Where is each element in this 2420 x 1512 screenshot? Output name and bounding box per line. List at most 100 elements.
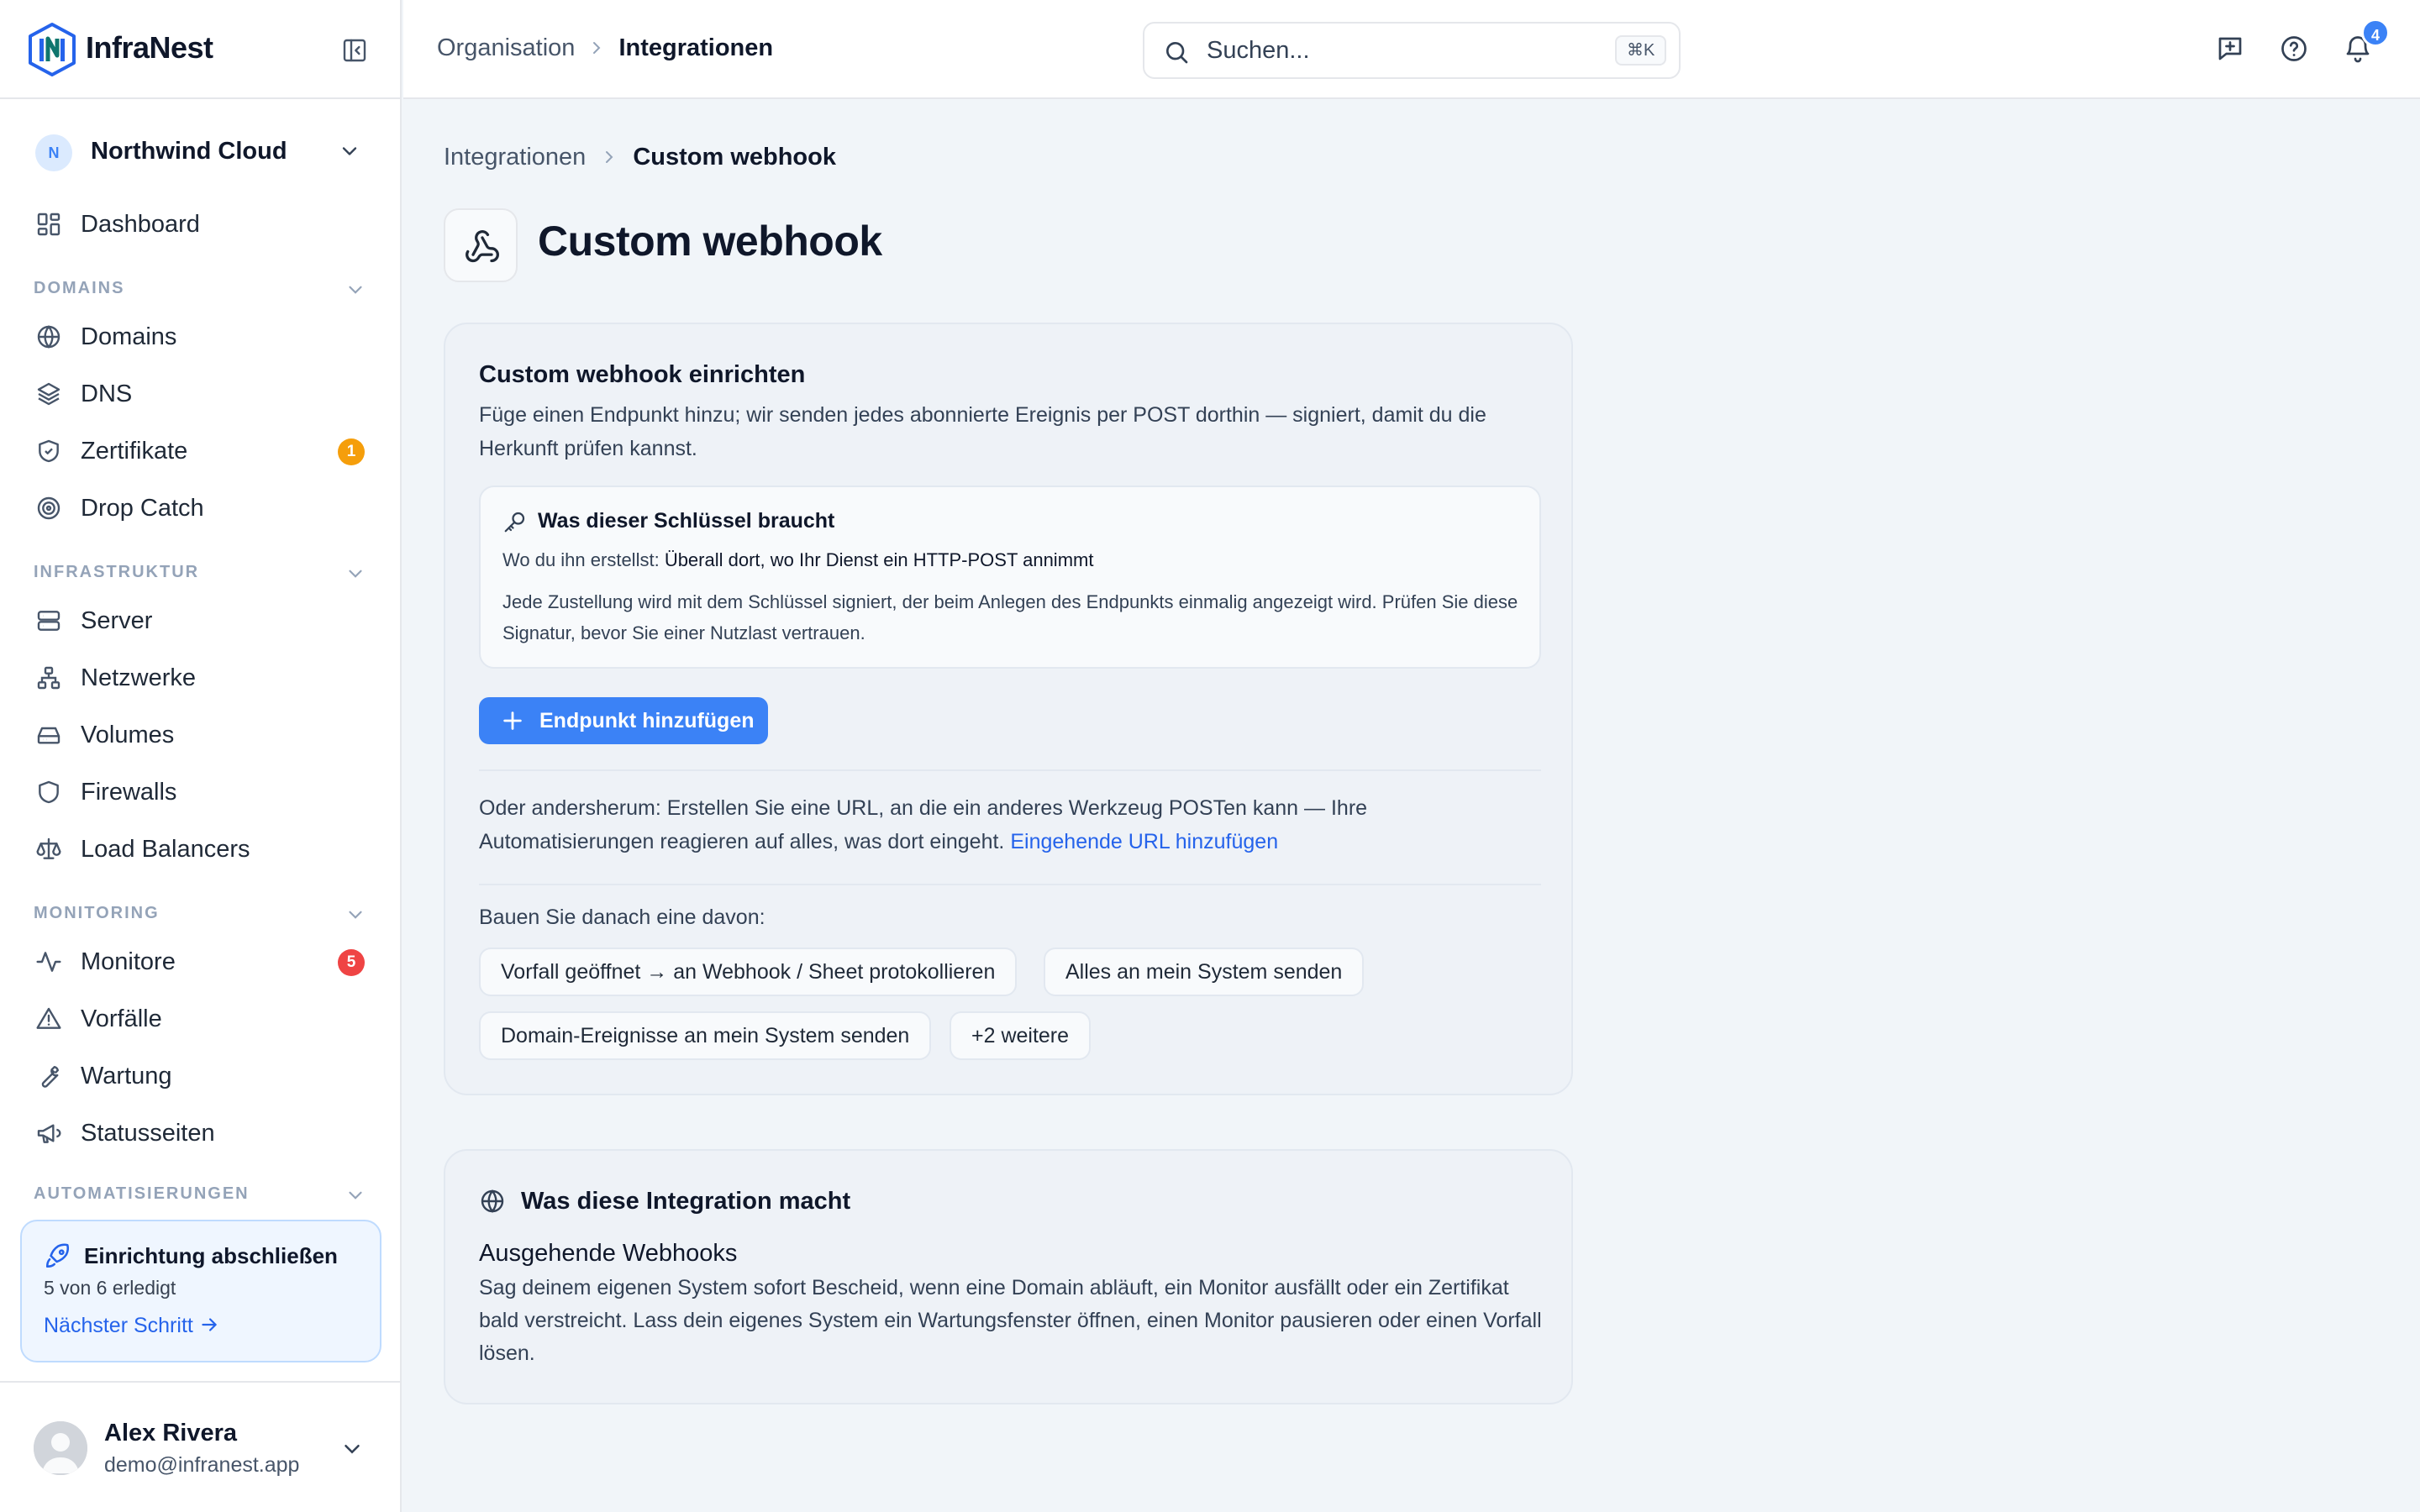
section-label: MONITORING xyxy=(34,904,160,922)
sidebar-item-zertifikate[interactable]: Zertifikate 1 xyxy=(18,426,383,476)
sidebar-item-domains[interactable]: Domains xyxy=(18,312,383,362)
divider xyxy=(479,769,1541,771)
chevron-down-icon xyxy=(345,1445,360,1454)
sidebar-item-label: Dashboard xyxy=(81,211,200,238)
help-icon[interactable] xyxy=(2279,34,2309,64)
org-avatar: N xyxy=(35,134,72,171)
chevron-down-icon xyxy=(349,286,362,294)
setup-title: Einrichtung abschließen xyxy=(84,1243,338,1268)
sidebar-item-vorfaelle[interactable]: Vorfälle xyxy=(18,994,383,1044)
brand-header: InfraNest xyxy=(0,0,402,99)
feedback-icon[interactable] xyxy=(2215,34,2245,64)
sidebar-item-volumes[interactable]: Volumes xyxy=(18,710,383,760)
wrench-icon xyxy=(41,1066,59,1088)
sidebar: InfraNest N Northwind Cloud Dashboard DO… xyxy=(0,0,402,1512)
org-name: Northwind Cloud xyxy=(91,138,287,165)
sidebar-item-label: Volumes xyxy=(81,722,175,748)
user-menu[interactable]: Alex Rivera demo@infranest.app xyxy=(0,1381,402,1512)
sidebar-item-label: Drop Catch xyxy=(81,495,204,522)
search-shortcut: ⌘K xyxy=(1615,35,1667,66)
card-description: Füge einen Endpunkt hinzu; wir senden je… xyxy=(479,403,1486,460)
alert-triangle-icon xyxy=(36,1007,61,1029)
sidebar-item-label: Netzwerke xyxy=(81,664,196,691)
sidebar-item-load-balancers[interactable]: Load Balancers xyxy=(18,824,383,874)
sidebar-item-label: Firewalls xyxy=(81,779,177,806)
sidebar-item-dashboard[interactable]: Dashboard xyxy=(18,199,383,249)
breadcrumb-current: Custom webhook xyxy=(633,143,836,171)
section-label: AUTOMATISIERUNGEN xyxy=(34,1184,250,1200)
sidebar-item-label: Statusseiten xyxy=(81,1120,215,1147)
chevron-down-icon xyxy=(349,1191,362,1200)
sidebar-item-monitore[interactable]: Monitore 5 xyxy=(18,937,383,987)
more-recipes-chip[interactable]: +2 weitere xyxy=(950,1011,1092,1060)
integration-logo xyxy=(444,208,518,282)
section-infrastruktur[interactable]: INFRASTRUKTUR xyxy=(34,561,370,586)
next-step-link[interactable]: Nächster Schritt xyxy=(44,1314,220,1338)
breadcrumb: Organisation Integrationen xyxy=(437,34,773,62)
search-input[interactable] xyxy=(1207,32,1593,69)
globe-icon xyxy=(37,325,60,349)
notification-count-badge: 4 xyxy=(2361,18,2390,47)
chevron-down-icon xyxy=(349,911,362,919)
sidebar-item-label: DNS xyxy=(81,381,133,407)
section-monitoring[interactable]: MONITORING xyxy=(34,902,370,927)
activity-icon xyxy=(36,952,61,972)
recipe-chip[interactable]: Domain-Ereignisse an mein System senden xyxy=(479,1011,932,1060)
recipe-chip[interactable]: Vorfall geöffnet → an Webhook / Sheet pr… xyxy=(479,948,1018,996)
brand-name: InfraNest xyxy=(86,30,213,65)
user-name: Alex Rivera xyxy=(104,1420,237,1446)
webhook-icon xyxy=(466,230,499,263)
recipes-label: Bauen Sie danach eine davon: xyxy=(479,906,765,929)
chevron-down-icon xyxy=(349,570,362,578)
next-step-label: Nächster Schritt xyxy=(44,1314,193,1337)
sidebar-item-label: Domains xyxy=(81,323,177,350)
sidebar-item-firewalls[interactable]: Firewalls xyxy=(18,767,383,817)
recipe-chip[interactable]: Alles an mein System senden xyxy=(1044,948,1365,996)
breadcrumb-current: Integrationen xyxy=(618,34,774,61)
add-endpoint-button[interactable]: Endpunkt hinzufügen xyxy=(479,697,768,744)
hard-drive-icon xyxy=(37,727,60,744)
divider xyxy=(479,884,1541,885)
key-where-value: Überall dort, wo Ihr Dienst ein HTTP-POS… xyxy=(664,549,1094,570)
key-note: Jede Zustellung wird mit dem Schlüssel s… xyxy=(502,591,1518,643)
key-title: Was dieser Schlüssel braucht xyxy=(538,509,835,533)
page-title: Custom webhook xyxy=(538,218,882,265)
integration-info-card: Was diese Integration macht Ausgehende W… xyxy=(444,1149,1573,1404)
page-breadcrumb: Integrationen Custom webhook xyxy=(444,143,836,171)
info-card-description: Sag deinem eigenen System sofort Beschei… xyxy=(479,1276,1542,1365)
key-where: Wo du ihn erstellst: Überall dort, wo Ih… xyxy=(502,549,1093,571)
sidebar-item-netzwerke[interactable]: Netzwerke xyxy=(18,653,383,703)
search-icon xyxy=(1166,42,1188,64)
info-card-subtitle: Ausgehende Webhooks xyxy=(479,1240,738,1267)
collapse-sidebar-icon[interactable] xyxy=(341,37,368,64)
sidebar-item-server[interactable]: Server xyxy=(18,596,383,646)
server-icon xyxy=(37,611,60,631)
sidebar-item-label: Wartung xyxy=(81,1063,172,1089)
section-automatisierungen[interactable]: AUTOMATISIERUNGEN xyxy=(34,1183,370,1200)
sidebar-item-wartung[interactable]: Wartung xyxy=(18,1051,383,1101)
avatar xyxy=(34,1421,87,1475)
breadcrumb-integrationen[interactable]: Integrationen xyxy=(444,144,586,171)
setup-progress-text: 5 von 6 erledigt xyxy=(44,1277,176,1299)
sidebar-item-label: Load Balancers xyxy=(81,836,250,863)
sidebar-item-dns[interactable]: DNS xyxy=(18,369,383,419)
plus-icon xyxy=(503,711,522,730)
network-icon xyxy=(37,666,60,690)
breadcrumb-organisation[interactable]: Organisation xyxy=(437,34,575,61)
sidebar-item-label: Zertifikate xyxy=(81,438,188,465)
topbar: Organisation Integrationen ⌘K 4 xyxy=(403,0,2420,99)
layers-icon xyxy=(37,382,60,406)
sidebar-item-drop-catch[interactable]: Drop Catch xyxy=(18,483,383,533)
globe-icon xyxy=(481,1189,504,1213)
search-box[interactable]: ⌘K xyxy=(1143,22,1681,79)
target-icon xyxy=(37,496,60,520)
chevron-right-icon xyxy=(606,151,613,164)
setup-webhook-card: Custom webhook einrichten Füge einen End… xyxy=(444,323,1573,1095)
add-incoming-url-link[interactable]: Eingehende URL hinzufügen xyxy=(1010,830,1278,853)
org-switcher[interactable]: N Northwind Cloud xyxy=(18,124,383,178)
sidebar-item-statusseiten[interactable]: Statusseiten xyxy=(18,1108,383,1158)
alert-badge: 5 xyxy=(338,949,365,976)
section-domains[interactable]: DOMAINS xyxy=(34,277,370,302)
dashboard-icon xyxy=(37,213,60,236)
key-requirements-box: Was dieser Schlüssel braucht Wo du ihn e… xyxy=(479,486,1541,669)
